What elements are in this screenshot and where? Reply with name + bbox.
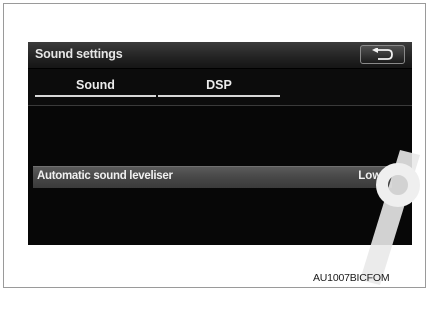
return-arrow-icon <box>372 48 393 60</box>
tab-dsp-label: DSP <box>206 78 232 92</box>
title-bar: Sound settings <box>28 42 412 69</box>
setting-label: Automatic sound leveliser <box>37 170 173 182</box>
setting-row-automatic-sound-leveliser[interactable]: Automatic sound leveliser Low> <box>33 166 392 188</box>
watermark-graphic <box>360 150 420 285</box>
figure-code: AU1007BICFOM <box>313 272 390 284</box>
tab-bar: Sound DSP <box>28 69 412 106</box>
tab-sound[interactable]: Sound <box>35 77 156 97</box>
tab-sound-label: Sound <box>76 78 115 92</box>
page-title: Sound settings <box>35 47 123 61</box>
tab-divider <box>28 105 412 106</box>
tab-dsp[interactable]: DSP <box>158 77 280 97</box>
back-button[interactable] <box>360 45 405 64</box>
